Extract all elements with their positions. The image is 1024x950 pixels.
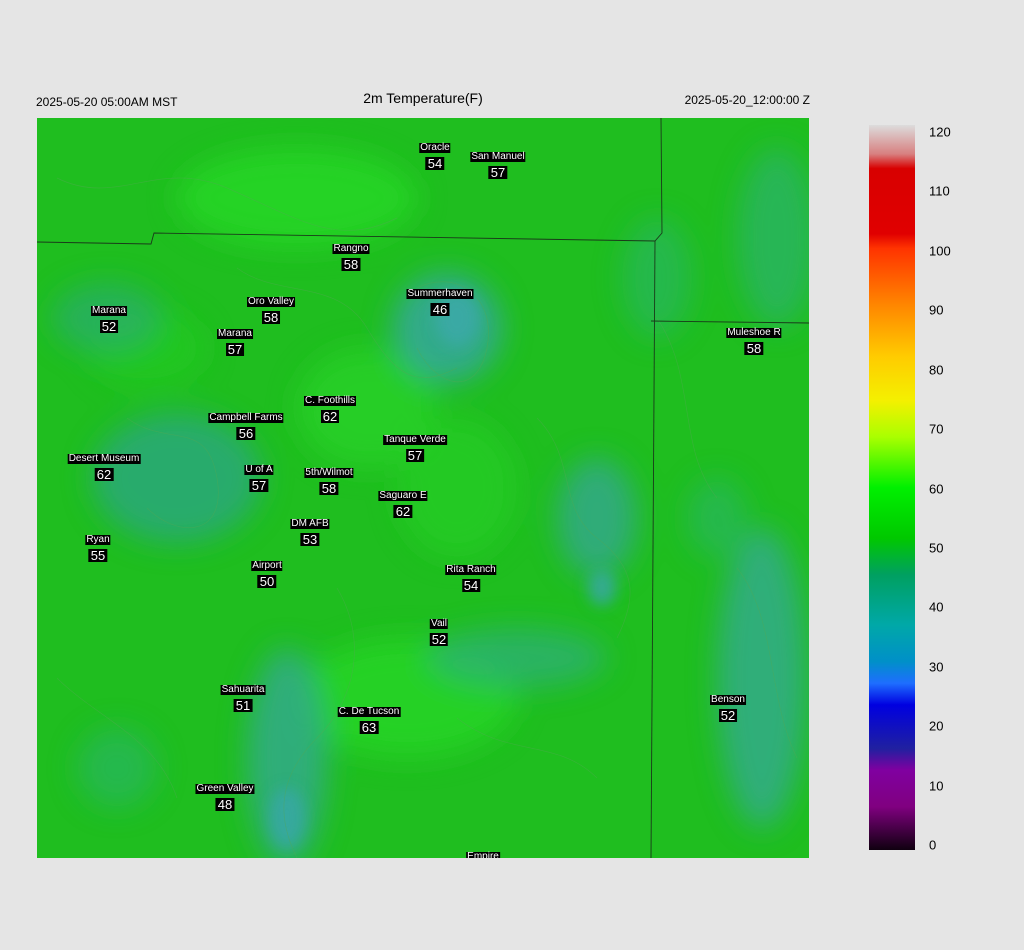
station-label: C. Foothills 62 xyxy=(303,391,357,424)
valid-utc-time: 2025-05-20_12:00:00 Z xyxy=(684,93,810,107)
station-name: Airport xyxy=(251,560,283,571)
station-value: 48 xyxy=(215,797,235,812)
station-value: 52 xyxy=(99,319,119,334)
station-label: San Manuel 57 xyxy=(470,147,526,180)
station-label: Oracle 54 xyxy=(419,138,451,171)
station-label: Campbell Farms 56 xyxy=(208,408,284,441)
station-value: 62 xyxy=(320,409,340,424)
station-value: 58 xyxy=(341,257,361,272)
station-value: 57 xyxy=(405,448,425,463)
colorbar xyxy=(869,125,915,850)
station-label: Tanque Verde 57 xyxy=(383,430,447,462)
station-value: 57 xyxy=(225,342,245,357)
station-name: Desert Museum xyxy=(67,453,141,464)
colorbar-tick-label: 70 xyxy=(929,421,944,437)
colorbar-tick-label: 60 xyxy=(929,481,944,496)
station-label: Oro Valley 58 xyxy=(247,292,295,324)
station-label: Summerhaven 46 xyxy=(406,284,474,317)
station-label: C. De Tucson 63 xyxy=(337,702,401,735)
station-name: Saguaro E xyxy=(378,490,428,501)
temperature-map: Oracle 54 San Manuel 57 Rangno 58 Summerhaven 4… xyxy=(37,118,809,858)
station-name: Green Valley xyxy=(195,783,255,794)
colorbar-tick-label: 80 xyxy=(929,362,944,378)
station-value: 57 xyxy=(249,478,269,493)
station-label: Vail 52 xyxy=(429,614,449,647)
station-label: Green Valley 48 xyxy=(195,779,255,812)
station-name: San Manuel xyxy=(470,151,526,162)
station-value: 58 xyxy=(261,310,281,325)
colorbar-tick-label: 100 xyxy=(929,243,951,259)
station-value: 52 xyxy=(718,708,738,723)
station-label: Rita Ranch 54 xyxy=(445,560,497,593)
station-value: 50 xyxy=(257,574,277,589)
station-value: 53 xyxy=(300,532,320,547)
station-value: 51 xyxy=(233,698,253,713)
colorbar-tick-label: 30 xyxy=(929,659,944,675)
colorbar-gradient xyxy=(869,125,915,850)
colorbar-tick-label: 120 xyxy=(929,124,951,140)
station-name: Summerhaven xyxy=(406,288,474,299)
colorbar-tick-label: 10 xyxy=(929,778,944,794)
station-name: DM AFB xyxy=(290,518,330,529)
station-value: 62 xyxy=(94,467,114,482)
station-name: Benson xyxy=(710,694,746,705)
station-name: Oro Valley xyxy=(247,296,295,307)
station-value: 56 xyxy=(236,426,256,441)
colorbar-tick-label: 90 xyxy=(929,302,944,318)
colorbar-tick-label: 40 xyxy=(929,599,944,615)
colorbar-tick-label: 0 xyxy=(929,837,937,853)
station-label: Rangno 58 xyxy=(332,239,370,272)
station-name: Muleshoe R xyxy=(726,327,782,338)
colorbar-tick-label: 50 xyxy=(929,540,944,556)
station-label: Marana 57 xyxy=(217,324,253,356)
station-name: Rita Ranch xyxy=(445,564,497,575)
station-value: 58 xyxy=(319,481,339,496)
station-name: Empire xyxy=(466,852,500,858)
colorbar-tick-label: 20 xyxy=(929,718,944,734)
station-name: Ryan xyxy=(85,534,111,545)
station-label: Muleshoe R 58 xyxy=(726,323,782,356)
station-name: C. De Tucson xyxy=(337,706,401,717)
station-label: Marana 52 xyxy=(91,301,127,333)
station-value: 46 xyxy=(430,302,450,317)
station-name: Campbell Farms xyxy=(208,412,284,423)
station-name: Sahuarita xyxy=(220,684,266,695)
station-value: 54 xyxy=(425,156,445,171)
station-label: Desert Museum 62 xyxy=(67,449,141,482)
station-label: Saguaro E 62 xyxy=(378,486,428,519)
station-name: Vail xyxy=(430,618,448,629)
station-label: Empire xyxy=(466,847,500,858)
station-label: Sahuarita 51 xyxy=(220,680,266,713)
station-value: 63 xyxy=(359,720,379,735)
station-label: 5th/Wilmot 58 xyxy=(304,463,354,496)
station-value: 55 xyxy=(88,548,108,563)
station-value: 58 xyxy=(744,341,764,356)
station-value: 52 xyxy=(429,632,449,647)
station-value: 62 xyxy=(393,504,413,519)
station-name: Tanque Verde xyxy=(383,434,447,445)
station-value: 54 xyxy=(461,578,481,593)
station-label: DM AFB 53 xyxy=(290,514,330,547)
station-label: Ryan 55 xyxy=(85,530,111,563)
station-name: C. Foothills xyxy=(303,395,357,406)
station-name: Marana xyxy=(91,305,127,316)
station-label: Benson 52 xyxy=(710,690,746,722)
station-label: Airport 50 xyxy=(251,556,283,589)
station-name: Marana xyxy=(217,328,253,339)
station-value: 57 xyxy=(488,165,508,180)
station-name: Oracle xyxy=(419,142,451,153)
station-name: Rangno xyxy=(332,243,370,254)
station-name: 5th/Wilmot xyxy=(304,467,354,478)
station-name: U of A xyxy=(244,464,274,475)
colorbar-tick-label: 110 xyxy=(929,183,950,199)
station-label: U of A 57 xyxy=(244,460,274,493)
